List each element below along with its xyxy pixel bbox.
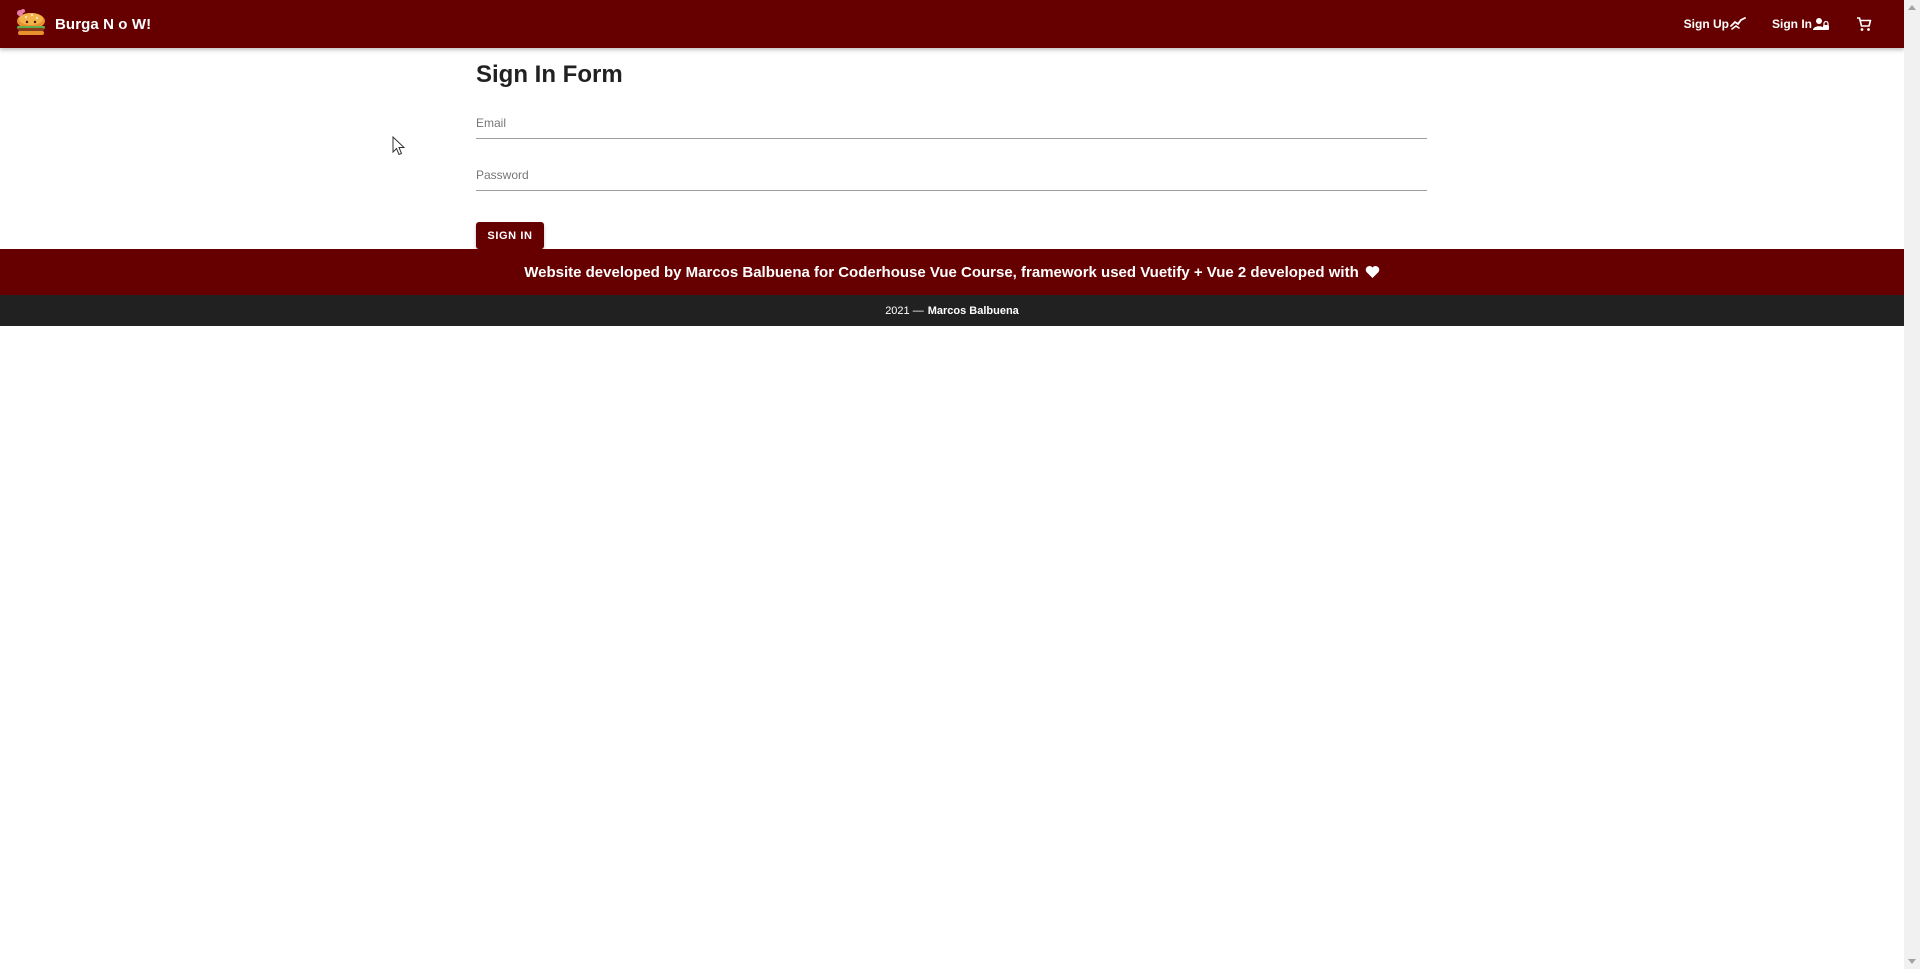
sign-in-nav-button[interactable]: Sign In xyxy=(1764,6,1837,42)
account-lock-icon xyxy=(1813,18,1829,30)
footer-credit-text: Website developed by Marcos Balbuena for… xyxy=(524,263,1359,281)
top-nav: Sign Up Sign In xyxy=(1676,0,1904,48)
footer-copyright: 2021 — Marcos Balbuena xyxy=(0,295,1904,326)
copyright-year: 2021 — xyxy=(885,304,924,317)
brand-title: Burga N o W! xyxy=(55,15,152,33)
brand-link[interactable]: Burga N o W! xyxy=(14,9,151,39)
copyright-name: Marcos Balbuena xyxy=(927,304,1019,317)
password-field[interactable] xyxy=(476,168,1427,190)
cart-icon xyxy=(1857,17,1872,31)
sign-in-nav-label: Sign In xyxy=(1772,17,1812,31)
sign-up-label: Sign Up xyxy=(1683,17,1729,31)
cart-button[interactable] xyxy=(1849,6,1878,42)
handshake-icon xyxy=(1730,17,1746,30)
page-title: Sign In Form xyxy=(476,61,623,88)
burger-logo-icon xyxy=(14,9,48,39)
scroll-up-arrow-icon[interactable] xyxy=(1908,5,1916,10)
vertical-scrollbar[interactable] xyxy=(1904,0,1920,969)
password-underline xyxy=(476,190,1427,191)
app-root: Burga N o W! Sign Up Sign In Sign In For… xyxy=(0,0,1904,969)
sign-in-form: Sign In Form Email Password xyxy=(476,60,1427,192)
heart-icon xyxy=(1365,265,1380,279)
password-field-wrapper: Password xyxy=(476,168,1427,192)
email-underline xyxy=(476,138,1427,139)
sign-up-button[interactable]: Sign Up xyxy=(1676,6,1754,42)
email-field-wrapper: Email xyxy=(476,116,1427,140)
sign-in-submit-button[interactable]: SIGN IN xyxy=(476,222,544,249)
app-bar: Burga N o W! Sign Up Sign In xyxy=(0,0,1904,48)
footer-credits: Website developed by Marcos Balbuena for… xyxy=(0,249,1904,295)
mouse-cursor-icon xyxy=(392,135,406,156)
scroll-down-arrow-icon[interactable] xyxy=(1908,959,1916,964)
email-field[interactable] xyxy=(476,116,1427,138)
